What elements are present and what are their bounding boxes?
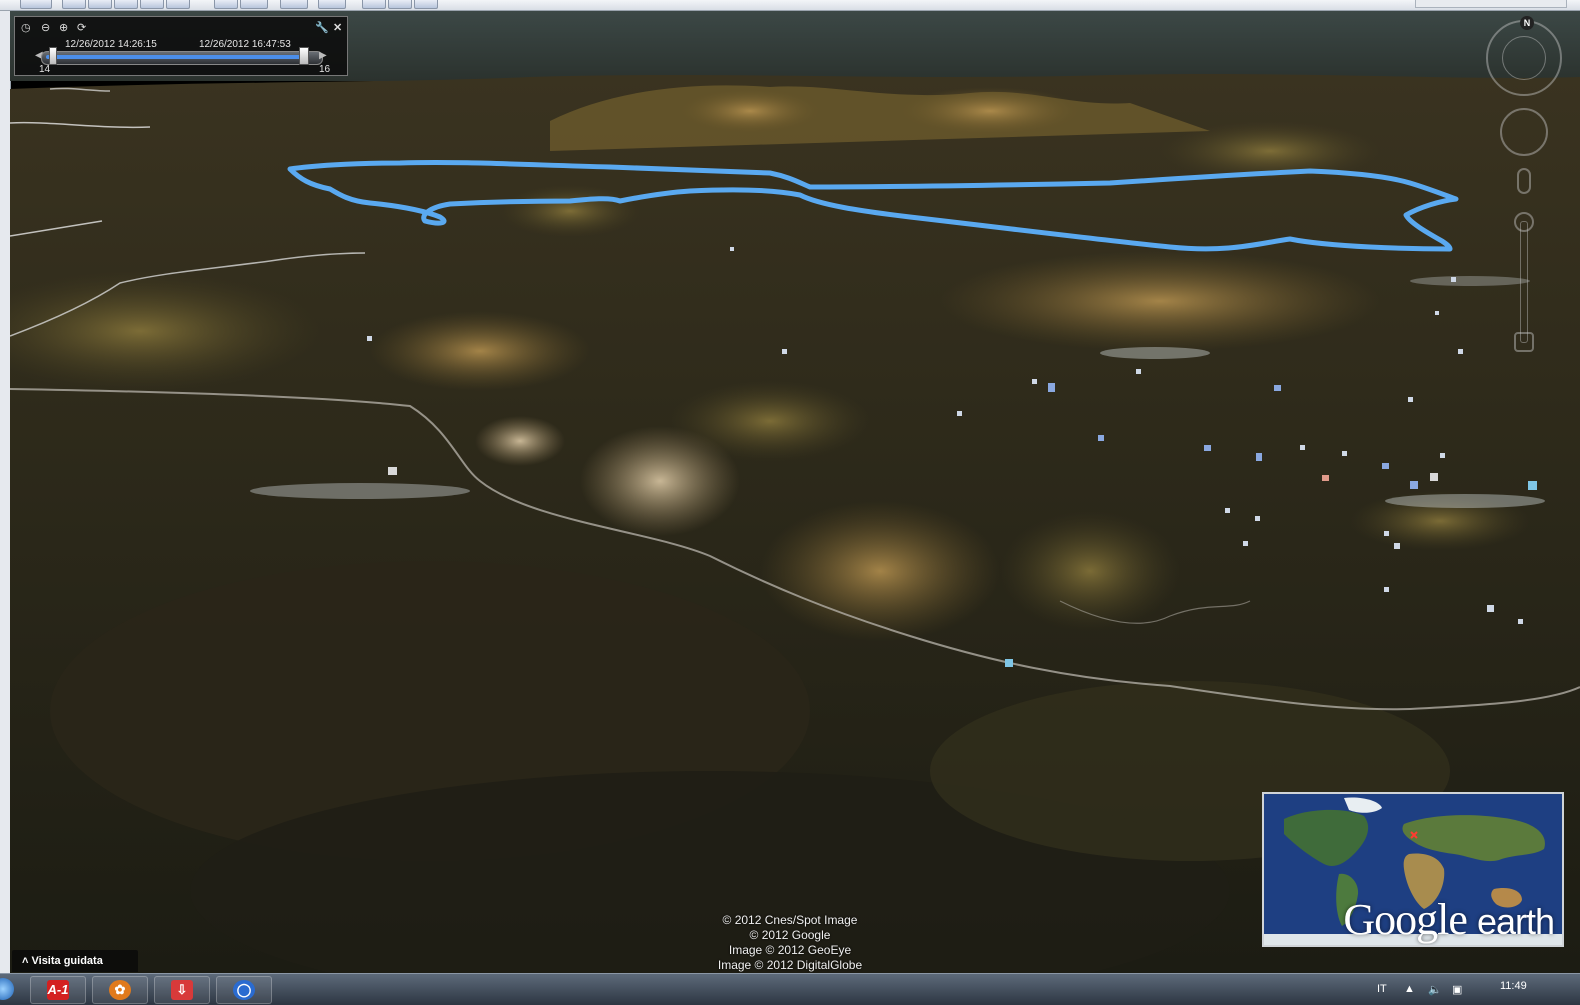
placemark-icon[interactable] <box>1204 445 1211 451</box>
placemark-icon[interactable] <box>1394 543 1400 549</box>
navigation-controls: N <box>1484 16 1564 356</box>
tick-end-label: 16 <box>319 64 331 75</box>
save-image-button[interactable] <box>414 0 438 9</box>
zoom-in-time-icon[interactable]: ⊕ <box>59 21 68 34</box>
placemark-icon[interactable] <box>1048 383 1055 392</box>
end-time-label: 12/26/2012 16:47:53 <box>199 39 291 50</box>
placemark-icon[interactable] <box>1243 541 1248 546</box>
time-range-fill <box>46 55 308 59</box>
ruler-button[interactable] <box>318 0 346 9</box>
placemark-icon[interactable] <box>730 247 734 251</box>
logo-suffix: earth <box>1476 901 1555 942</box>
placemark-icon[interactable] <box>1487 605 1494 612</box>
placemark-icon[interactable] <box>1322 475 1329 481</box>
tour-record-button[interactable] <box>166 0 190 9</box>
placemark-icon[interactable] <box>1440 453 1445 458</box>
placemark-icon[interactable] <box>1342 451 1347 456</box>
placemark-icon[interactable] <box>1225 508 1230 513</box>
windows-orb-icon[interactable] <box>0 978 14 1000</box>
print-button[interactable] <box>388 0 412 9</box>
placemark-icon[interactable] <box>1256 453 1262 461</box>
overview-map[interactable]: Google earth <box>1262 792 1564 947</box>
placemark-icon[interactable] <box>1451 277 1456 282</box>
paw-icon: ✿ <box>109 980 131 1000</box>
volume-icon[interactable]: 🔈 <box>1428 983 1442 996</box>
time-start-handle[interactable] <box>49 47 57 65</box>
app-toolbar <box>0 0 1580 11</box>
network-icon[interactable]: ▣ <box>1452 983 1462 996</box>
time-range-track[interactable] <box>41 51 323 65</box>
step-forward-icon[interactable]: ▶ <box>319 50 327 61</box>
historical-imagery-button[interactable] <box>214 0 238 9</box>
attribution-line: © 2012 Google <box>749 928 831 942</box>
google-earth-logo: Google earth <box>1343 894 1555 945</box>
placemark-icon[interactable] <box>1300 445 1305 450</box>
attribution-line: Image © 2012 DigitalGlobe <box>717 958 863 972</box>
show-hidden-icons-icon[interactable]: ▲ <box>1404 983 1415 995</box>
zoom-slider[interactable] <box>1520 221 1528 343</box>
app-icon: A-1 <box>47 980 69 1000</box>
placemark-icon[interactable] <box>1098 435 1104 441</box>
placemark-icon[interactable] <box>1384 531 1389 536</box>
placemark-button[interactable] <box>62 0 86 9</box>
planet-button[interactable] <box>280 0 308 9</box>
chevron-up-icon: ˄ <box>22 955 29 967</box>
placemark-icon[interactable] <box>782 349 787 354</box>
imagery-attribution: © 2012 Cnes/Spot Image © 2012 Google Ima… <box>680 913 900 973</box>
polygon-button[interactable] <box>88 0 112 9</box>
taskbar-app-1[interactable]: A-1 <box>30 976 86 1004</box>
close-icon[interactable]: ✕ <box>333 21 342 34</box>
zoom-out-icon[interactable] <box>1514 332 1534 352</box>
placemark-icon[interactable] <box>1382 463 1389 469</box>
placemark-icon[interactable] <box>1430 473 1438 481</box>
clock[interactable]: 11:49 <box>1500 980 1527 992</box>
placemark-icon[interactable] <box>1005 659 1013 667</box>
time-end-handle[interactable] <box>299 47 309 65</box>
look-inner-ring[interactable] <box>1502 36 1546 80</box>
placemark-icon[interactable] <box>1410 481 1418 489</box>
sun-button[interactable] <box>240 0 268 9</box>
taskbar: A-1 ✿ ⇩ ◯ IT ▲ 🔈 ▣ 11:49 <box>0 973 1580 1005</box>
email-button[interactable] <box>362 0 386 9</box>
overlay-button[interactable] <box>140 0 164 9</box>
time-slider: ◷ ⊖ ⊕ ⟳ 🔧 ✕ 12/26/2012 14:26:15 12/26/20… <box>14 16 348 76</box>
logo-main: Google <box>1343 895 1468 944</box>
placemark-icon[interactable] <box>1032 379 1037 384</box>
language-indicator[interactable]: IT <box>1377 983 1387 995</box>
placemark-icon[interactable] <box>1458 349 1463 354</box>
placemark-icon[interactable] <box>388 467 397 475</box>
placemark-icon[interactable] <box>1518 619 1523 624</box>
attribution-line: © 2012 Cnes/Spot Image <box>722 913 858 927</box>
download-icon: ⇩ <box>171 980 193 1000</box>
placemark-icon[interactable] <box>1255 516 1260 521</box>
placemark-icon[interactable] <box>957 411 962 416</box>
placemark-icon[interactable] <box>1528 481 1537 490</box>
move-joystick[interactable] <box>1500 108 1548 156</box>
attribution-line: Image © 2012 GeoEye <box>728 943 852 957</box>
taskbar-app-3[interactable]: ⇩ <box>154 976 210 1004</box>
tour-button[interactable]: ˄ Visita guidata <box>12 950 138 972</box>
tour-label: Visita guidata <box>31 955 103 967</box>
path-button[interactable] <box>114 0 138 9</box>
north-up-button[interactable]: N <box>1520 16 1534 30</box>
globe-icon: ◯ <box>233 980 255 1000</box>
sidebar-toggle-button[interactable] <box>20 0 52 9</box>
placemark-icon[interactable] <box>1274 385 1281 391</box>
street-view-pegman-icon[interactable] <box>1517 168 1531 194</box>
placemark-icon[interactable] <box>1384 587 1389 592</box>
placemark-icon[interactable] <box>1408 397 1413 402</box>
start-time-label: 12/26/2012 14:26:15 <box>65 39 157 50</box>
play-icon[interactable]: ⟳ <box>77 21 86 34</box>
settings-wrench-icon[interactable]: 🔧 <box>315 21 329 34</box>
placemark-icon[interactable] <box>1136 369 1141 374</box>
taskbar-app-2[interactable]: ✿ <box>92 976 148 1004</box>
taskbar-app-4[interactable]: ◯ <box>216 976 272 1004</box>
clock-icon[interactable]: ◷ <box>21 21 31 34</box>
search-tab[interactable] <box>1415 0 1567 8</box>
placemark-icon[interactable] <box>1435 311 1439 315</box>
placemark-icon[interactable] <box>367 336 372 341</box>
zoom-out-time-icon[interactable]: ⊖ <box>41 21 50 34</box>
tick-start-label: 14 <box>39 64 51 75</box>
